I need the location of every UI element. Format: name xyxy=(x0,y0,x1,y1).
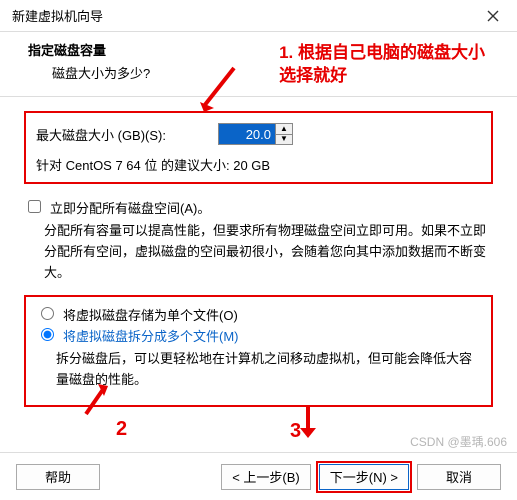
store-single-radio[interactable] xyxy=(41,307,54,320)
annotation-2: 2 xyxy=(116,418,127,441)
disk-size-row: 最大磁盘大小 (GB)(S): ▲ ▼ xyxy=(36,123,481,145)
annotation-1: 1. 根据自己电脑的磁盘大小 选择就好 xyxy=(279,42,485,88)
store-split-label: 将虚拟磁盘拆分成多个文件(M) xyxy=(63,326,239,345)
disk-size-input[interactable] xyxy=(219,124,275,144)
allocate-now-checkbox[interactable] xyxy=(28,200,41,213)
allocate-now-label: 立即分配所有磁盘空间(A)。 xyxy=(50,198,210,217)
help-button[interactable]: 帮助 xyxy=(16,464,100,490)
spinner-down[interactable]: ▼ xyxy=(276,135,292,145)
disk-recommend-text: 针对 CentOS 7 64 位 的建议大小: 20 GB xyxy=(36,155,481,174)
annotation-1-line2: 选择就好 xyxy=(279,65,485,88)
store-single-row: 将虚拟磁盘存储为单个文件(O) xyxy=(36,305,481,324)
wizard-content: 最大磁盘大小 (GB)(S): ▲ ▼ 针对 CentOS 7 64 位 的建议… xyxy=(0,97,517,407)
next-button[interactable]: 下一步(N) > xyxy=(319,464,409,490)
watermark: CSDN @墨瑀.606 xyxy=(410,433,507,450)
highlight-box-2: 将虚拟磁盘存储为单个文件(O) 将虚拟磁盘拆分成多个文件(M) 拆分磁盘后，可以… xyxy=(24,295,493,407)
window-title: 新建虚拟机向导 xyxy=(12,6,477,25)
store-split-desc: 拆分磁盘后，可以更轻松地在计算机之间移动虚拟机，但可能会降低大容量磁盘的性能。 xyxy=(56,349,481,391)
allocate-now-desc: 分配所有容量可以提高性能，但要求所有物理磁盘空间立即可用。如果不立即分配所有空间… xyxy=(44,221,493,283)
annotation-1-line1: 1. 根据自己电脑的磁盘大小 xyxy=(279,42,485,65)
allocate-now-row: 立即分配所有磁盘空间(A)。 xyxy=(24,198,493,217)
close-icon xyxy=(487,10,499,22)
store-split-radio[interactable] xyxy=(41,328,54,341)
store-split-row: 将虚拟磁盘拆分成多个文件(M) xyxy=(36,326,481,345)
highlight-box-1: 最大磁盘大小 (GB)(S): ▲ ▼ 针对 CentOS 7 64 位 的建议… xyxy=(24,111,493,184)
store-single-label: 将虚拟磁盘存储为单个文件(O) xyxy=(63,305,238,324)
title-bar: 新建虚拟机向导 xyxy=(0,0,517,32)
annotation-3: 3 xyxy=(290,420,301,443)
spinner-up[interactable]: ▲ xyxy=(276,124,292,135)
back-button[interactable]: < 上一步(B) xyxy=(221,464,311,490)
wizard-footer: 帮助 < 上一步(B) 下一步(N) > 取消 xyxy=(0,452,517,500)
disk-size-spinner[interactable]: ▲ ▼ xyxy=(218,123,293,145)
close-button[interactable] xyxy=(477,4,509,28)
cancel-button[interactable]: 取消 xyxy=(417,464,501,490)
disk-size-label: 最大磁盘大小 (GB)(S): xyxy=(36,125,166,144)
